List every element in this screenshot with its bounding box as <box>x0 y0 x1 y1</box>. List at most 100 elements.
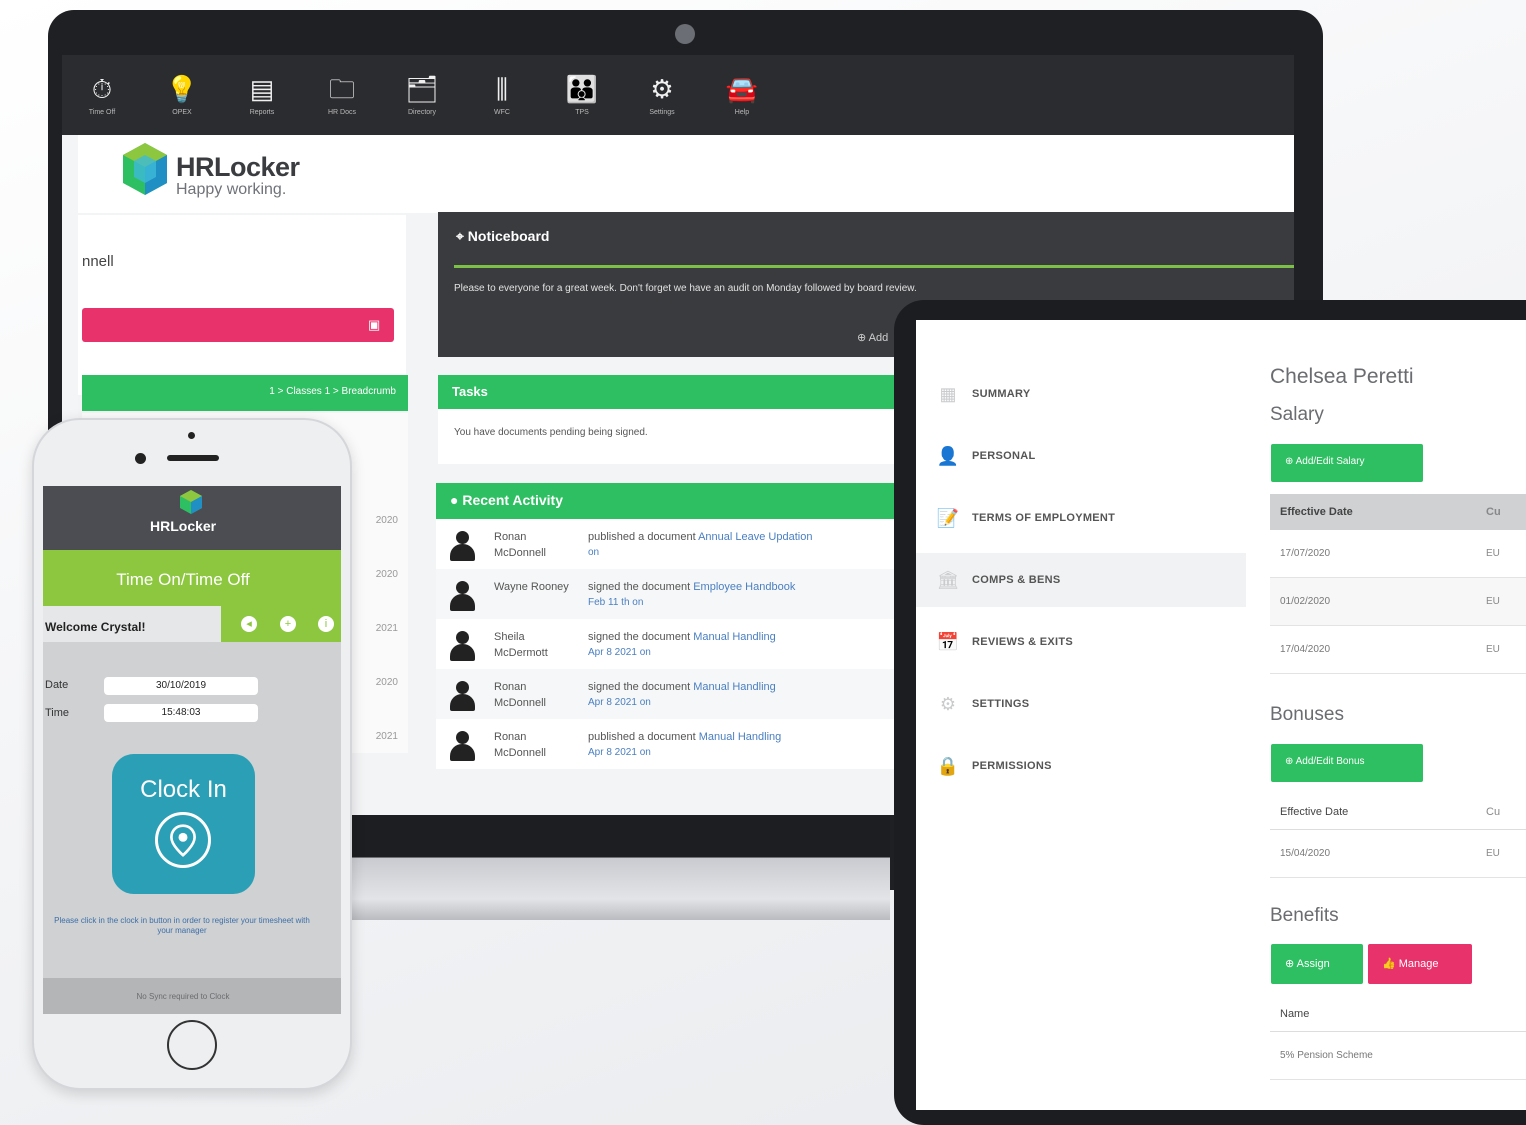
car-icon: 🚘 <box>725 73 759 104</box>
gear-icon: ⚙ <box>650 73 674 104</box>
clock-in-note: Please click in the clock in button in o… <box>54 916 310 935</box>
topbar-item-hr-docs[interactable]: 🗀 HR Docs <box>316 75 368 116</box>
topbar-item-time-off[interactable]: ⏱ Time Off <box>76 75 128 116</box>
document-link[interactable]: Employee Handbook <box>693 581 795 593</box>
add-edit-salary-button[interactable]: ⊕ Add/Edit Salary <box>1271 444 1423 482</box>
brand-name: HRLocker <box>176 152 300 182</box>
activity-row[interactable]: Ronan McDonnell published a document Man… <box>436 719 958 769</box>
topbar-item-settings[interactable]: ⚙ Settings <box>636 75 688 116</box>
nav-label: PERMISSIONS <box>972 760 1052 772</box>
activity-row[interactable]: Sheila McDermott signed the document Man… <box>436 619 958 669</box>
add-edit-bonus-button[interactable]: ⊕ Add/Edit Bonus <box>1271 744 1423 782</box>
activity-user: Ronan McDonnell <box>494 731 546 759</box>
document-link[interactable]: Manual Handling <box>693 681 776 693</box>
activity-user: Ronan McDonnell <box>494 681 546 709</box>
edit-icon: ⊕ <box>1285 456 1296 467</box>
nav-label: SETTINGS <box>972 698 1030 710</box>
hr-docs-icon: 🗀 <box>328 73 355 104</box>
table-row[interactable]: 5% Pension Scheme <box>1270 1032 1526 1080</box>
document-link[interactable]: Manual Handling <box>699 731 782 743</box>
nav-label: PERSONAL <box>972 450 1036 462</box>
noticeboard-message: Please to everyone for a great week. Don… <box>454 283 917 294</box>
activity-verb: signed the document <box>588 631 691 643</box>
recent-activity-title: Recent Activity <box>462 492 563 508</box>
clock-in-button[interactable]: Clock In <box>112 754 255 894</box>
nav-label: COMPS & BENS <box>972 574 1061 586</box>
topbar-item-opex[interactable]: 💡 OPEX <box>156 75 208 116</box>
phone-home-button[interactable] <box>167 1020 217 1070</box>
nav-summary[interactable]: ▦ SUMMARY <box>916 367 1246 421</box>
button-label: Add/Edit Salary <box>1295 456 1365 467</box>
table-row[interactable]: 17/07/2020 EU <box>1270 530 1526 578</box>
hrlocker-logo-icon <box>180 490 202 514</box>
topbar-item-wfc[interactable]: ⫼ WFC <box>476 75 528 116</box>
phone-brand-name: HRLocker <box>150 518 217 534</box>
button-label: Manage <box>1398 958 1439 970</box>
time-field[interactable]: 15:48:03 <box>104 704 258 722</box>
add-label: Add <box>868 332 889 344</box>
nav-personal[interactable]: 👤 PERSONAL <box>916 429 1246 483</box>
location-pin-icon <box>155 812 211 868</box>
table-row[interactable]: 15/04/2020 EU <box>1270 830 1526 878</box>
avatar-icon <box>448 631 476 663</box>
activity-verb: signed the document <box>588 581 691 593</box>
document-icon: 📝 <box>936 508 960 528</box>
topbar-item-reports[interactable]: ▤ Reports <box>236 75 288 116</box>
edit-icon: ⊕ <box>1285 756 1296 767</box>
cell-currency: EU <box>1486 596 1500 607</box>
list-item: 2020 <box>375 677 398 688</box>
table-header: Name <box>1270 996 1526 1032</box>
topbar-item-help[interactable]: 🚘 Help <box>716 75 768 116</box>
topbar-label: Settings <box>649 108 675 116</box>
activity-user: Sheila McDermott <box>494 631 548 659</box>
activity-icon: ● <box>450 492 463 508</box>
cell-currency: EU <box>1486 848 1500 859</box>
recent-activity-list: Ronan McDonnell published a document Ann… <box>436 519 958 769</box>
manage-benefit-button[interactable]: 👍 Manage <box>1368 944 1472 984</box>
activity-row[interactable]: Ronan McDonnell published a document Ann… <box>436 519 958 569</box>
date-field[interactable]: 30/10/2019 <box>104 677 258 695</box>
tasks-message[interactable]: You have documents pending being signed. <box>454 427 648 438</box>
time-label: Time <box>45 707 70 719</box>
cell-date: 01/02/2020 <box>1280 596 1331 607</box>
info-icon[interactable]: i <box>318 616 334 632</box>
pin-icon: ⌖ <box>456 228 468 244</box>
nav-terms-of-employment[interactable]: 📝 TERMS OF EMPLOYMENT <box>916 491 1246 545</box>
clock-in-label: Clock In <box>140 776 227 803</box>
topbar-item-directory[interactable]: 🗂 Directory <box>396 75 448 116</box>
noticeboard-title-text: Noticeboard <box>467 228 550 244</box>
topbar-label: HR Docs <box>327 108 356 116</box>
list-item: 2021 <box>375 623 398 634</box>
document-link[interactable]: Manual Handling <box>693 631 776 643</box>
topbar-item-tps[interactable]: 👪 TPS <box>556 75 608 116</box>
alert-bar[interactable] <box>82 308 394 342</box>
topbar-label: Reports <box>249 108 275 116</box>
reports-icon: ▤ <box>249 73 275 104</box>
nav-permissions[interactable]: 🔒 PERMISSIONS <box>916 739 1246 793</box>
assign-benefit-button[interactable]: ⊕ Assign <box>1271 944 1363 984</box>
topbar-label: OPEX <box>172 108 192 116</box>
salary-table: Effective Date Cu 17/07/2020 EU 01/02/2020… <box>1270 494 1526 674</box>
nav-comps-and-bens[interactable]: 🏛 COMPS & BENS <box>916 553 1246 607</box>
employee-name: Chelsea Peretti <box>1270 365 1414 388</box>
bank-icon: 🏛 <box>936 570 960 590</box>
activity-row[interactable]: Wayne Rooney signed the document Employe… <box>436 569 958 619</box>
document-link[interactable]: Annual Leave Updation <box>698 531 812 543</box>
table-row[interactable]: 17/04/2020 EU <box>1270 626 1526 674</box>
noticeboard-add-button[interactable]: ⊕ Add <box>857 331 888 344</box>
people-icon: 👪 <box>565 73 599 104</box>
table-row[interactable]: 01/02/2020 EU <box>1270 578 1526 626</box>
benefits-heading: Benefits <box>1270 905 1339 926</box>
topbar-label: Help <box>734 108 750 116</box>
avatar-icon <box>448 581 476 613</box>
nav-settings[interactable]: ⚙ SETTINGS <box>916 677 1246 731</box>
lightbulb-icon: 💡 <box>165 73 199 104</box>
add-icon[interactable]: + <box>280 616 296 632</box>
list-item: 2020 <box>375 569 398 580</box>
lock-icon: 🔒 <box>936 756 960 776</box>
nav-reviews-and-exits[interactable]: 📅 REVIEWS & EXITS <box>916 615 1246 669</box>
activity-verb: signed the document <box>588 681 691 693</box>
activity-row[interactable]: Ronan McDonnell signed the document Manu… <box>436 669 958 719</box>
noticeboard-title: ⌖ Noticeboard <box>456 228 549 245</box>
back-icon[interactable]: ◂ <box>241 616 257 632</box>
